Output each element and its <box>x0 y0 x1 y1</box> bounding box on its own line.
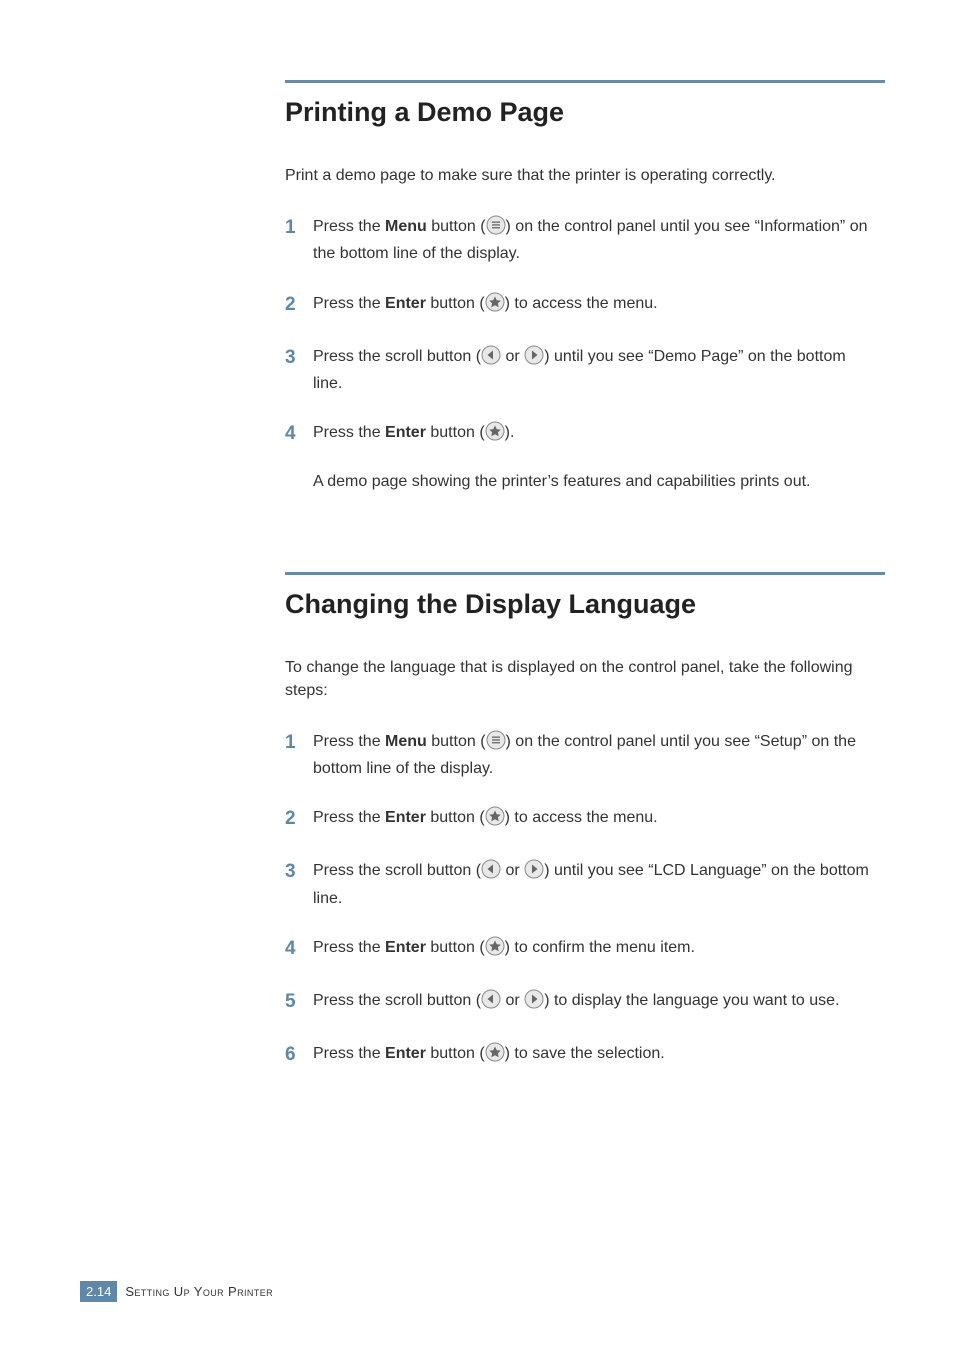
text: Press the scroll button ( <box>313 348 481 365</box>
enter-icon <box>485 806 505 833</box>
step-3: 3 Press the scroll button ( or ) until y… <box>285 345 869 395</box>
step-body: Press the Enter button ( ) to access the … <box>313 292 658 319</box>
text: button ( <box>426 939 485 956</box>
step-number: 6 <box>285 1042 313 1069</box>
step-body: Press the scroll button ( or ) until you… <box>313 859 869 909</box>
left-arrow-icon <box>481 989 501 1016</box>
page: Printing a Demo Page Print a demo page t… <box>0 0 954 1346</box>
step-4: 4 Press the Enter button ( ) to confirm t… <box>285 936 869 963</box>
text: ) to display the language you want to us… <box>544 992 839 1009</box>
text: button ( <box>426 809 485 826</box>
section-changing-language: Changing the Display Language To change … <box>285 572 869 1070</box>
step-number: 2 <box>285 292 313 319</box>
step-number: 2 <box>285 806 313 833</box>
text: or <box>501 862 524 879</box>
text: Press the scroll button ( <box>313 992 481 1009</box>
step-body: Press the Menu button () on the control … <box>313 215 869 265</box>
left-arrow-icon <box>481 345 501 372</box>
text: Press the <box>313 1045 385 1062</box>
text: Press the <box>313 218 385 235</box>
step-1: 1 Press the Menu button () on the contro… <box>285 730 869 780</box>
text: Press the <box>313 733 385 750</box>
text: button ( <box>426 424 485 441</box>
menu-icon <box>486 730 506 757</box>
bold-text: Enter <box>385 424 426 441</box>
bold-text: Menu <box>385 733 427 750</box>
text: ) to access the menu. <box>505 809 658 826</box>
bold-text: Menu <box>385 218 427 235</box>
bold-text: Enter <box>385 939 426 956</box>
text: button ( <box>426 1045 485 1062</box>
step-body: Press the Enter button ( ) to save the se… <box>313 1042 665 1069</box>
enter-icon <box>485 1042 505 1069</box>
enter-icon <box>485 936 505 963</box>
step-5: 5 Press the scroll button ( or ) to disp… <box>285 989 869 1016</box>
page-footer: 2.14 Setting Up Your Printer <box>80 1281 273 1302</box>
chapter-number: 2. <box>86 1284 97 1299</box>
section-intro: To change the language that is displayed… <box>285 656 869 702</box>
text: or <box>501 348 524 365</box>
step-2: 2 Press the Enter button ( ) to access th… <box>285 806 869 833</box>
section-rule <box>285 80 885 83</box>
text: button ( <box>427 218 486 235</box>
step-body: Press the Enter button ( ) to access the … <box>313 806 658 833</box>
bold-text: Enter <box>385 809 426 826</box>
text: ) to confirm the menu item. <box>505 939 695 956</box>
step-number: 1 <box>285 730 313 780</box>
left-arrow-icon <box>481 859 501 886</box>
step-body: Press the Menu button () on the control … <box>313 730 869 780</box>
right-arrow-icon <box>524 859 544 886</box>
step-1: 1 Press the Menu button () on the contro… <box>285 215 869 265</box>
text: button ( <box>427 733 486 750</box>
text: Press the scroll button ( <box>313 862 481 879</box>
text: Press the <box>313 939 385 956</box>
text: ). <box>505 424 515 441</box>
text: ) to access the menu. <box>505 295 658 312</box>
text: ) to save the selection. <box>505 1045 665 1062</box>
page-number: 14 <box>97 1284 111 1299</box>
step-6: 6 Press the Enter button ( ) to save the … <box>285 1042 869 1069</box>
section-intro: Print a demo page to make sure that the … <box>285 164 869 187</box>
section-heading: Printing a Demo Page <box>285 97 869 128</box>
step-number: 3 <box>285 859 313 909</box>
step-2: 2 Press the Enter button ( ) to access th… <box>285 292 869 319</box>
step-body: Press the scroll button ( or ) until you… <box>313 345 869 395</box>
text: or <box>501 992 524 1009</box>
footer-section-title: Setting Up Your Printer <box>125 1284 273 1299</box>
menu-icon <box>486 215 506 242</box>
enter-icon <box>485 292 505 319</box>
bold-text: Enter <box>385 295 426 312</box>
text: Press the <box>313 424 385 441</box>
step-number: 1 <box>285 215 313 265</box>
page-number-badge: 2.14 <box>80 1281 117 1302</box>
bold-text: Enter <box>385 1045 426 1062</box>
step-follow-text: A demo page showing the printer’s featur… <box>313 470 811 493</box>
right-arrow-icon <box>524 989 544 1016</box>
section-heading: Changing the Display Language <box>285 589 869 620</box>
text: Press the <box>313 295 385 312</box>
step-body: Press the Enter button ( ) to confirm the… <box>313 936 695 963</box>
right-arrow-icon <box>524 345 544 372</box>
step-number: 3 <box>285 345 313 395</box>
text: button ( <box>426 295 485 312</box>
enter-icon <box>485 421 505 448</box>
step-4: 4 Press the Enter button (). A demo page… <box>285 421 869 493</box>
step-body: Press the Enter button (). A demo page s… <box>313 421 811 493</box>
step-body: Press the scroll button ( or ) to displa… <box>313 989 840 1016</box>
step-number: 5 <box>285 989 313 1016</box>
step-number: 4 <box>285 936 313 963</box>
section-rule <box>285 572 885 575</box>
section-printing-demo: Printing a Demo Page Print a demo page t… <box>285 80 869 494</box>
step-3: 3 Press the scroll button ( or ) until y… <box>285 859 869 909</box>
text: Press the <box>313 809 385 826</box>
step-number: 4 <box>285 421 313 493</box>
